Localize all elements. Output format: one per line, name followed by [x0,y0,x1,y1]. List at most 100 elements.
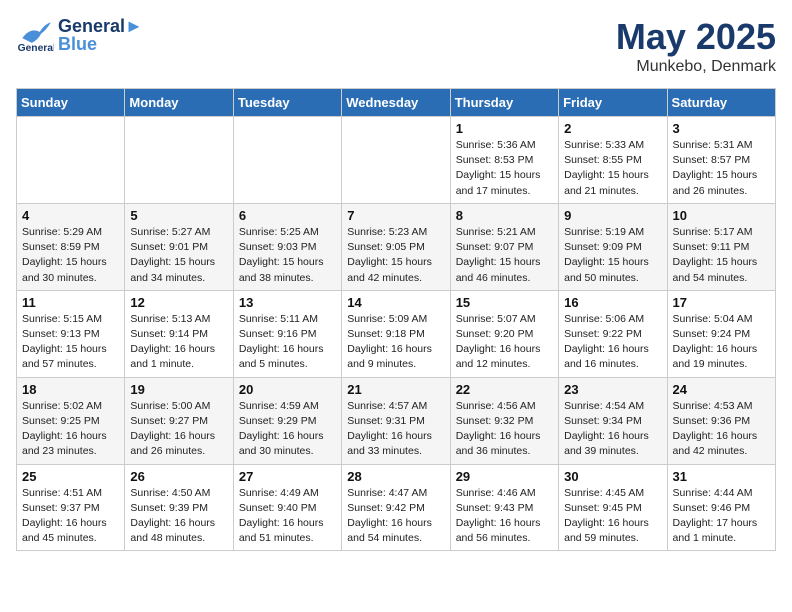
sunrise-text: Sunrise: 4:44 AM [673,486,770,501]
sunrise-text: Sunrise: 4:59 AM [239,399,336,414]
table-row: 18Sunrise: 5:02 AMSunset: 9:25 PMDayligh… [17,377,125,464]
logo-icon: General [16,16,54,54]
table-row: 23Sunrise: 4:54 AMSunset: 9:34 PMDayligh… [559,377,667,464]
sunset-text: Sunset: 8:53 PM [456,153,553,168]
daylight-text: Daylight: 16 hours and 33 minutes. [347,429,444,459]
daylight-text: Daylight: 15 hours and 57 minutes. [22,342,119,372]
calendar-week-row: 18Sunrise: 5:02 AMSunset: 9:25 PMDayligh… [17,377,776,464]
table-row: 22Sunrise: 4:56 AMSunset: 9:32 PMDayligh… [450,377,558,464]
table-row [342,117,450,204]
day-number: 24 [673,382,770,397]
sunset-text: Sunset: 8:59 PM [22,240,119,255]
col-friday: Friday [559,89,667,117]
sunset-text: Sunset: 9:46 PM [673,501,770,516]
day-number: 30 [564,469,661,484]
daylight-text: Daylight: 16 hours and 30 minutes. [239,429,336,459]
sunrise-text: Sunrise: 5:17 AM [673,225,770,240]
sunset-text: Sunset: 9:24 PM [673,327,770,342]
calendar-week-row: 25Sunrise: 4:51 AMSunset: 9:37 PMDayligh… [17,464,776,551]
table-row: 21Sunrise: 4:57 AMSunset: 9:31 PMDayligh… [342,377,450,464]
table-row: 24Sunrise: 4:53 AMSunset: 9:36 PMDayligh… [667,377,775,464]
sunset-text: Sunset: 9:36 PM [673,414,770,429]
col-thursday: Thursday [450,89,558,117]
sunrise-text: Sunrise: 5:25 AM [239,225,336,240]
daylight-text: Daylight: 16 hours and 48 minutes. [130,516,227,546]
day-number: 19 [130,382,227,397]
day-number: 16 [564,295,661,310]
sunset-text: Sunset: 9:13 PM [22,327,119,342]
sunrise-text: Sunrise: 4:54 AM [564,399,661,414]
sunset-text: Sunset: 9:14 PM [130,327,227,342]
day-number: 10 [673,208,770,223]
day-number: 31 [673,469,770,484]
day-number: 22 [456,382,553,397]
day-number: 11 [22,295,119,310]
daylight-text: Daylight: 16 hours and 36 minutes. [456,429,553,459]
sunrise-text: Sunrise: 4:49 AM [239,486,336,501]
col-monday: Monday [125,89,233,117]
day-number: 9 [564,208,661,223]
table-row: 16Sunrise: 5:06 AMSunset: 9:22 PMDayligh… [559,290,667,377]
table-row: 9Sunrise: 5:19 AMSunset: 9:09 PMDaylight… [559,203,667,290]
table-row: 2Sunrise: 5:33 AMSunset: 8:55 PMDaylight… [559,117,667,204]
sunrise-text: Sunrise: 5:11 AM [239,312,336,327]
table-row: 6Sunrise: 5:25 AMSunset: 9:03 PMDaylight… [233,203,341,290]
sunrise-text: Sunrise: 5:36 AM [456,138,553,153]
sunrise-text: Sunrise: 5:09 AM [347,312,444,327]
daylight-text: Daylight: 16 hours and 56 minutes. [456,516,553,546]
daylight-text: Daylight: 17 hours and 1 minute. [673,516,770,546]
table-row [233,117,341,204]
sunrise-text: Sunrise: 4:47 AM [347,486,444,501]
svg-text:General: General [18,43,54,54]
day-number: 20 [239,382,336,397]
table-row: 1Sunrise: 5:36 AMSunset: 8:53 PMDaylight… [450,117,558,204]
sunrise-text: Sunrise: 4:50 AM [130,486,227,501]
calendar-week-row: 4Sunrise: 5:29 AMSunset: 8:59 PMDaylight… [17,203,776,290]
daylight-text: Daylight: 16 hours and 19 minutes. [673,342,770,372]
calendar-week-row: 11Sunrise: 5:15 AMSunset: 9:13 PMDayligh… [17,290,776,377]
sunset-text: Sunset: 9:43 PM [456,501,553,516]
daylight-text: Daylight: 15 hours and 26 minutes. [673,168,770,198]
table-row: 29Sunrise: 4:46 AMSunset: 9:43 PMDayligh… [450,464,558,551]
sunset-text: Sunset: 9:01 PM [130,240,227,255]
sunrise-text: Sunrise: 4:53 AM [673,399,770,414]
sunrise-text: Sunrise: 5:19 AM [564,225,661,240]
table-row: 4Sunrise: 5:29 AMSunset: 8:59 PMDaylight… [17,203,125,290]
day-number: 8 [456,208,553,223]
table-row: 30Sunrise: 4:45 AMSunset: 9:45 PMDayligh… [559,464,667,551]
daylight-text: Daylight: 15 hours and 21 minutes. [564,168,661,198]
day-number: 29 [456,469,553,484]
sunrise-text: Sunrise: 5:21 AM [456,225,553,240]
sunset-text: Sunset: 9:42 PM [347,501,444,516]
table-row: 15Sunrise: 5:07 AMSunset: 9:20 PMDayligh… [450,290,558,377]
sunset-text: Sunset: 9:31 PM [347,414,444,429]
day-number: 25 [22,469,119,484]
daylight-text: Daylight: 15 hours and 46 minutes. [456,255,553,285]
table-row: 19Sunrise: 5:00 AMSunset: 9:27 PMDayligh… [125,377,233,464]
daylight-text: Daylight: 16 hours and 12 minutes. [456,342,553,372]
day-number: 5 [130,208,227,223]
sunrise-text: Sunrise: 5:02 AM [22,399,119,414]
sunset-text: Sunset: 8:55 PM [564,153,661,168]
table-row: 31 Sunrise: 4:44 AMSunset: 9:46 PMDayligh… [667,464,775,551]
day-number: 15 [456,295,553,310]
sunset-text: Sunset: 9:05 PM [347,240,444,255]
col-wednesday: Wednesday [342,89,450,117]
table-row [17,117,125,204]
sunrise-text: Sunrise: 5:29 AM [22,225,119,240]
calendar-week-row: 1 Sunrise: 5:36 AMSunset: 8:53 PM Daylight… [17,117,776,204]
day-number: 1 [456,121,553,136]
table-row: 8Sunrise: 5:21 AMSunset: 9:07 PMDaylight… [450,203,558,290]
location: Munkebo, Denmark [616,58,776,76]
sunset-text: Sunset: 9:32 PM [456,414,553,429]
sunset-text: Sunset: 9:29 PM [239,414,336,429]
daylight-text: Daylight: 16 hours and 16 minutes. [564,342,661,372]
calendar-header-row: Sunday Monday Tuesday Wednesday Thursday… [17,89,776,117]
day-number: 17 [673,295,770,310]
sunrise-text: Sunrise: 5:33 AM [564,138,661,153]
daylight-text: Daylight: 15 hours and 30 minutes. [22,255,119,285]
sunset-text: Sunset: 9:18 PM [347,327,444,342]
daylight-text: Daylight: 15 hours and 34 minutes. [130,255,227,285]
sunrise-text: Sunrise: 5:07 AM [456,312,553,327]
daylight-text: Daylight: 15 hours and 54 minutes. [673,255,770,285]
